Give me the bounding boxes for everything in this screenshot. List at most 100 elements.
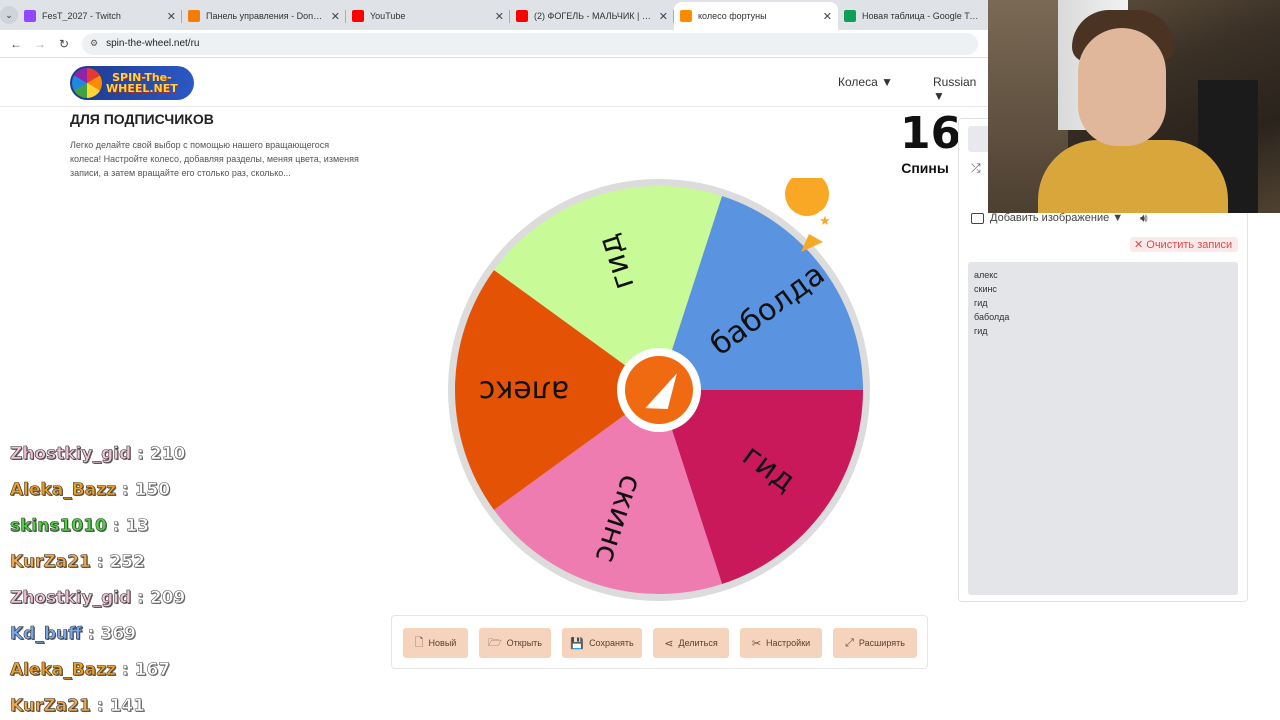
chevron-down-icon: ⌄ bbox=[0, 6, 18, 24]
chat-message: skins1010 : 13 bbox=[10, 516, 185, 552]
url-field[interactable]: ⚙ spin-the-wheel.net/ru bbox=[82, 32, 978, 55]
spin-count-label: Спины bbox=[901, 160, 949, 176]
tab-favicon-icon bbox=[680, 10, 692, 22]
save-button[interactable]: 💾 Сохранять bbox=[562, 628, 642, 658]
tab-title: Панель управления - Donation bbox=[206, 11, 327, 21]
sound-icon[interactable]: 🔊︎ bbox=[1140, 211, 1148, 226]
chat-message: KurZa21 : 141 bbox=[10, 696, 185, 720]
chat-username: Zhostkiy_gid bbox=[10, 588, 132, 609]
expand-icon: ⤢ bbox=[845, 636, 854, 649]
chat-username: Kd_buff bbox=[10, 624, 82, 645]
entry-line: алекс bbox=[974, 270, 998, 280]
chat-username: KurZa21 bbox=[10, 696, 91, 717]
toolbar-button-label: Делиться bbox=[678, 638, 718, 648]
chat-username: Aleka_Bazz bbox=[10, 480, 117, 501]
chat-score: : 369 bbox=[81, 624, 137, 645]
chat-username: Aleka_Bazz bbox=[10, 660, 117, 681]
spin-button[interactable] bbox=[625, 356, 693, 424]
expand-button[interactable]: ⤢ Расширять bbox=[833, 628, 917, 658]
chat-message: Aleka_Bazz : 167 bbox=[10, 660, 185, 696]
browser-tab[interactable]: (2) ФОГЕЛЬ - МАЛЬЧИК | Offic ✕ bbox=[510, 2, 674, 30]
add-image-label: Добавить изображение ▼ bbox=[990, 212, 1124, 224]
chat-message: Zhostkiy_gid : 209 bbox=[10, 588, 186, 624]
close-tab-icon[interactable]: ✕ bbox=[167, 10, 176, 23]
new-icon: 🗋 bbox=[414, 636, 424, 649]
tab-title: (2) ФОГЕЛЬ - МАЛЬЧИК | Offic bbox=[534, 11, 655, 21]
tab-favicon-icon bbox=[352, 10, 364, 22]
wheel-graphic[interactable]: гид баболдагидскинсалекс ★ bbox=[447, 172, 871, 602]
chat-score: : 167 bbox=[116, 660, 171, 681]
chat-message: KurZa21 : 252 bbox=[10, 552, 185, 588]
clear-entries-button[interactable]: ✕ Очистить записи bbox=[1130, 237, 1239, 252]
settings-icon: ✂ bbox=[751, 637, 762, 650]
chat-score: : 13 bbox=[106, 516, 150, 537]
chat-message: Zhostkiy_gid : 210 bbox=[10, 444, 186, 480]
close-tab-icon[interactable]: ✕ bbox=[495, 10, 504, 23]
share-icon: ⋖ bbox=[664, 637, 674, 650]
site-logo[interactable]: SPIN-The- WHEEL.NET bbox=[70, 66, 194, 100]
star-icon: ★ bbox=[819, 213, 831, 228]
image-icon bbox=[971, 212, 984, 224]
webcam-overlay bbox=[988, 0, 1280, 213]
reload-icon[interactable]: ↻ bbox=[52, 37, 76, 51]
logo-text: SPIN-The- WHEEL.NET bbox=[106, 71, 178, 95]
wheel-segment-label: алекс bbox=[479, 374, 570, 409]
tab-title: Новая таблица - Google Табл bbox=[862, 11, 983, 21]
browser-tab[interactable]: YouTube ✕ bbox=[346, 2, 510, 30]
new-button[interactable]: 🗋 Новый bbox=[403, 628, 468, 658]
tab-favicon-icon bbox=[24, 10, 36, 22]
back-arrow-icon[interactable]: ← bbox=[4, 37, 28, 51]
site-header: SPIN-The- WHEEL.NET Колеса ▼ Russian ▼ bbox=[0, 59, 988, 107]
save-icon: 💾 bbox=[570, 637, 585, 650]
chat-message: Kd_buff : 369 bbox=[10, 624, 185, 660]
entry-line: гид bbox=[974, 298, 988, 308]
wheel-toolbar: 🗋 Новый 🗁 Открыть 💾 Сохранять ⋖ Делиться ✂ Настро… bbox=[391, 615, 928, 669]
tab-search-button[interactable]: ⌄ bbox=[0, 0, 18, 30]
chat-score: : 210 bbox=[131, 444, 186, 465]
spin-count: 16 bbox=[900, 108, 962, 159]
close-tab-icon[interactable]: ✕ bbox=[823, 10, 832, 23]
chat-score: : 252 bbox=[90, 552, 145, 573]
language-menu[interactable]: Russian ▼ bbox=[933, 75, 988, 103]
entry-line: скинс bbox=[974, 284, 997, 294]
browser-tab[interactable]: FesT_2027 - Twitch ✕ bbox=[18, 2, 182, 30]
toolbar-button-label: Сохранять bbox=[589, 638, 634, 648]
chat-username: KurZa21 bbox=[10, 552, 91, 573]
entries-textarea[interactable]: алекс скинс гид баболда гид bbox=[968, 262, 1238, 595]
tab-favicon-icon bbox=[516, 10, 528, 22]
panel-tab[interactable] bbox=[968, 126, 990, 152]
site-info-icon[interactable]: ⚙ bbox=[90, 38, 98, 49]
url-text: spin-the-wheel.net/ru bbox=[106, 38, 200, 49]
chat-username: skins1010 bbox=[10, 516, 107, 537]
chat-score: : 209 bbox=[131, 588, 186, 609]
page-title: ДЛЯ ПОДПИСЧИКОВ bbox=[70, 111, 214, 127]
toolbar-button-label: Расширять bbox=[858, 638, 905, 648]
tab-title: колесо фортуны bbox=[698, 11, 767, 21]
cam-person-head bbox=[1078, 28, 1166, 146]
toolbar-button-label: Настройки bbox=[766, 638, 811, 648]
tab-favicon-icon bbox=[844, 10, 856, 22]
wheels-menu[interactable]: Колеса ▼ bbox=[838, 75, 893, 89]
toolbar-button-label: Новый bbox=[428, 638, 457, 648]
browser-tab[interactable]: Панель управления - Donation ✕ bbox=[182, 2, 346, 30]
chat-score: : 150 bbox=[116, 480, 171, 501]
spin-wheel[interactable]: гид баболда гид скинс алекс ★ bbox=[447, 172, 871, 602]
open-button[interactable]: 🗁 Открыть bbox=[479, 628, 551, 658]
browser-tab[interactable]: Новая таблица - Google Табл✕ bbox=[838, 2, 1002, 30]
chat-message: Aleka_Bazz : 150 bbox=[10, 480, 185, 516]
logo-wheel-icon bbox=[72, 68, 102, 98]
add-image-dropdown[interactable]: Добавить изображение ▼ bbox=[971, 212, 1123, 224]
settings-button[interactable]: ✂ Настройки bbox=[740, 628, 822, 658]
browser-tab[interactable]: колесо фортуны ✕ bbox=[674, 2, 838, 30]
entry-line: баболда bbox=[974, 312, 1010, 322]
cam-person-body bbox=[1038, 140, 1228, 213]
page-description: Легко делайте свой выбор с помощью нашег… bbox=[70, 140, 359, 178]
share-button[interactable]: ⋖ Делиться bbox=[653, 628, 729, 658]
chat-score: : 141 bbox=[90, 696, 145, 717]
close-tab-icon[interactable]: ✕ bbox=[659, 10, 668, 23]
chat-overlay: Zhostkiy_gid : 210 Aleka_Bazz : 150 skins1… bbox=[10, 444, 186, 720]
browser-tab-strip: ⌄ FesT_2027 - Twitch ✕ Панель управления -… bbox=[0, 0, 1002, 30]
forward-arrow-icon[interactable]: → bbox=[28, 37, 52, 51]
close-tab-icon[interactable]: ✕ bbox=[331, 10, 340, 23]
shuffle-icon[interactable]: ⤮ bbox=[971, 161, 981, 176]
